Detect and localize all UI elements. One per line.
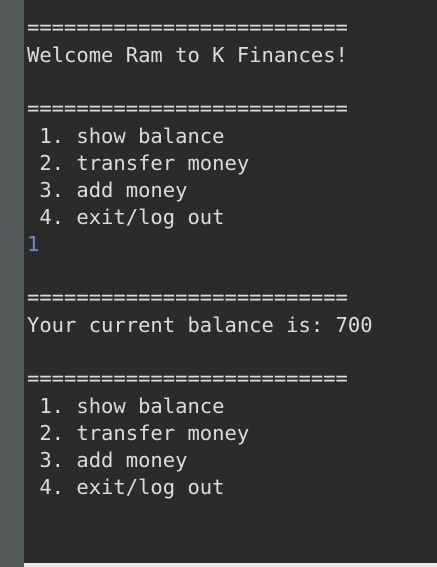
menu-option-add-money: 3. add money [27, 178, 188, 202]
menu-option-show-balance: 1. show balance [27, 124, 225, 148]
run-console-window: ========================== Welcome Ram t… [0, 0, 437, 567]
balance-message: Your current balance is: 700 [27, 313, 373, 337]
user-input-echo: 1 [27, 232, 40, 256]
separator-line: ========================== [27, 366, 348, 390]
menu-option-transfer-money: 2. transfer money [27, 151, 250, 175]
welcome-message: Welcome Ram to K Finances! [27, 43, 348, 67]
separator-line: ========================== [27, 96, 348, 120]
menu-option-add-money: 3. add money [27, 448, 188, 472]
bottom-divider [24, 563, 437, 567]
console-output[interactable]: ========================== Welcome Ram t… [24, 0, 437, 563]
menu-option-show-balance: 1. show balance [27, 394, 225, 418]
separator-line: ========================== [27, 15, 348, 39]
menu-option-exit: 4. exit/log out [27, 205, 225, 229]
menu-option-transfer-money: 2. transfer money [27, 421, 250, 445]
menu-option-exit: 4. exit/log out [27, 475, 225, 499]
separator-line: ========================== [27, 285, 348, 309]
console-gutter [0, 0, 24, 567]
